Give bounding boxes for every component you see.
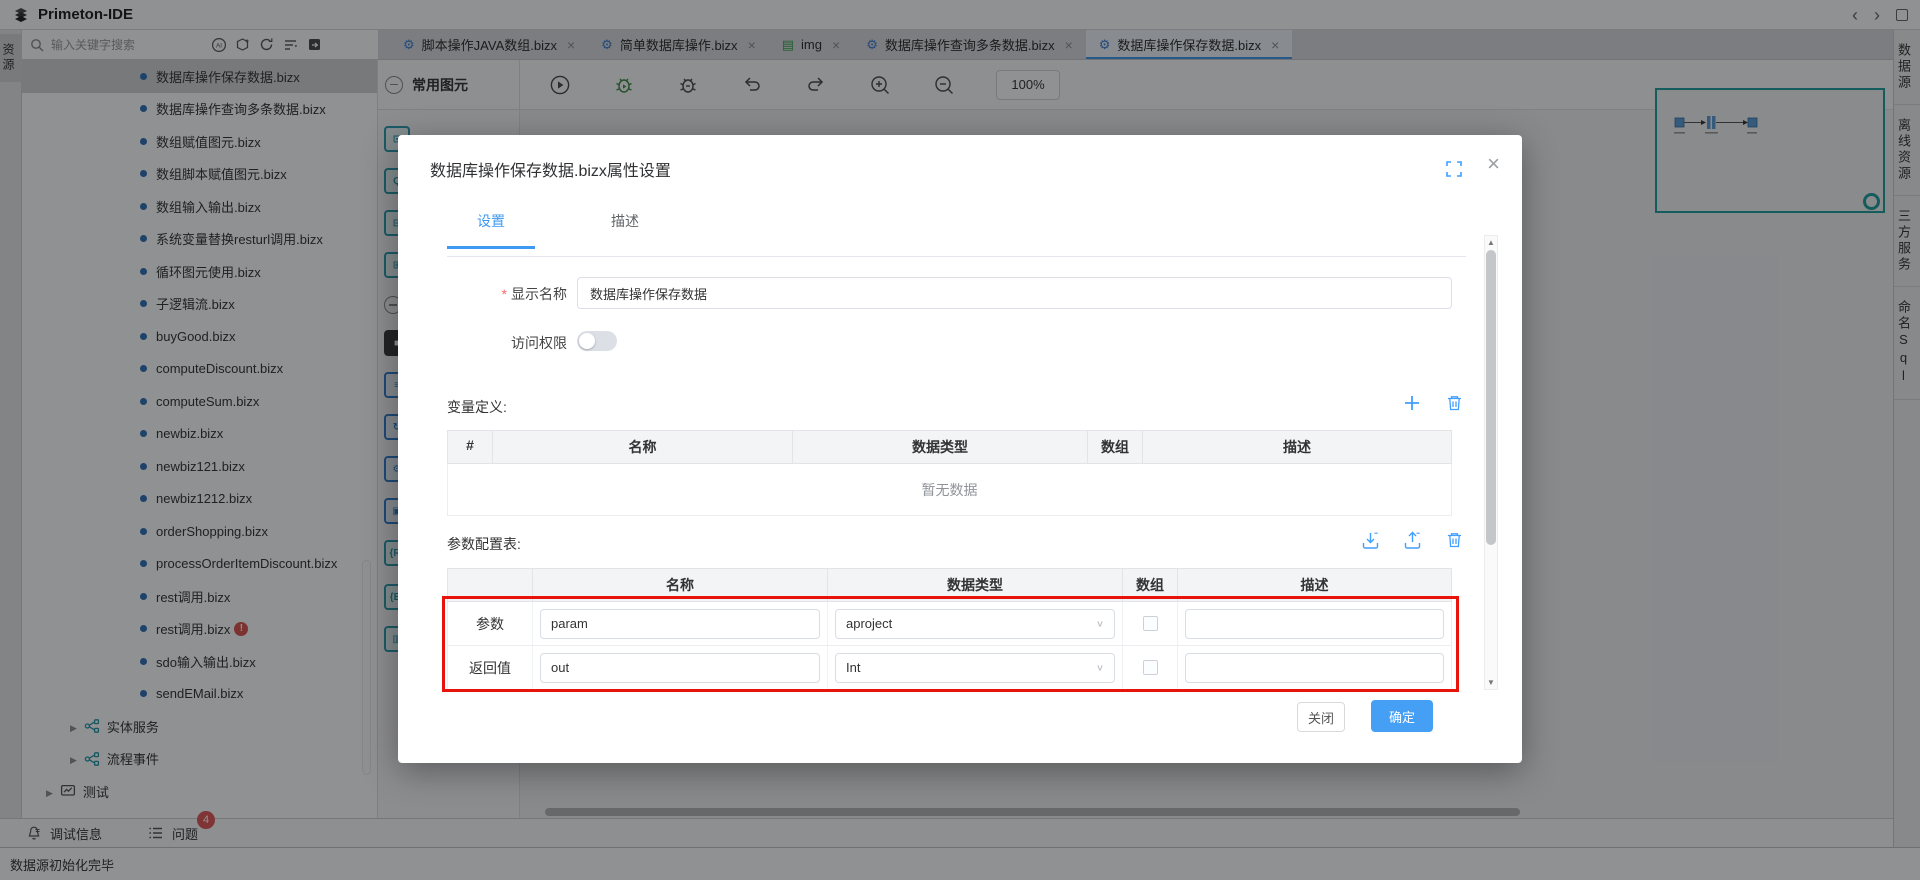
dialog-tab[interactable]: 设置 — [447, 211, 535, 249]
param-row: 参数 aproject ∨ — [447, 602, 1452, 646]
divider — [447, 256, 1466, 257]
param-row-label: 参数 — [448, 602, 533, 645]
table-header-cell: # — [448, 431, 493, 463]
app-window: Primeton-IDE ‹ › 资源 AI — [0, 0, 1920, 880]
variables-section-label: 变量定义: — [447, 397, 507, 417]
chevron-down-icon: ∨ — [1096, 618, 1104, 628]
dialog-tabs: 设置 描述 — [447, 211, 669, 249]
table-header-cell: 描述 — [1178, 569, 1451, 601]
export-params-icon[interactable] — [1402, 530, 1422, 550]
table-header-cell: 数组 — [1088, 431, 1143, 463]
table-header-cell: 数据类型 — [828, 569, 1123, 601]
scroll-up-icon[interactable]: ▲ — [1485, 238, 1497, 247]
table-header-cell — [448, 569, 533, 601]
access-permission-label: 访问权限 — [447, 333, 567, 353]
param-name-input[interactable] — [540, 653, 820, 683]
table-header-cell: 名称 — [533, 569, 828, 601]
confirm-button[interactable]: 确定 — [1371, 700, 1433, 732]
table-header-cell: 数据类型 — [793, 431, 1088, 463]
fullscreen-icon[interactable] — [1446, 161, 1462, 177]
scroll-down-icon[interactable]: ▼ — [1485, 678, 1497, 687]
dialog-title: 数据库操作保存数据.bizx属性设置 — [430, 157, 671, 181]
display-name-input[interactable] — [577, 277, 1452, 309]
param-row-label: 返回值 — [448, 646, 533, 689]
dialog-scrollbar[interactable]: ▲ ▼ — [1484, 235, 1498, 690]
param-desc-input[interactable] — [1185, 653, 1444, 683]
params-section-label: 参数配置表: — [447, 534, 521, 554]
table-header-cell: 名称 — [493, 431, 793, 463]
param-row: 返回值 Int ∨ — [447, 646, 1452, 690]
scrollbar-thumb[interactable] — [1486, 250, 1496, 545]
delete-params-icon[interactable] — [1444, 530, 1464, 550]
access-permission-toggle[interactable] — [577, 331, 617, 351]
param-type-select[interactable]: Int ∨ — [835, 653, 1115, 683]
required-star: * — [502, 286, 507, 302]
params-table: 名称数据类型数组描述 参数 aproject ∨ — [447, 568, 1452, 690]
table-header-cell: 描述 — [1143, 431, 1451, 463]
table-header-cell: 数组 — [1123, 569, 1178, 601]
empty-table-message: 暂无数据 — [447, 464, 1452, 516]
chevron-down-icon: ∨ — [1096, 662, 1104, 672]
variables-table: #名称数据类型数组描述 暂无数据 — [447, 430, 1452, 516]
dialog-tab[interactable]: 描述 — [581, 211, 669, 249]
properties-dialog: 数据库操作保存数据.bizx属性设置 × 设置 描述 *显示名称 访问权限 变量… — [398, 135, 1522, 763]
close-icon[interactable]: × — [1487, 153, 1500, 175]
param-type-select[interactable]: aproject ∨ — [835, 609, 1115, 639]
import-params-icon[interactable] — [1360, 530, 1380, 550]
array-checkbox[interactable] — [1143, 660, 1158, 675]
close-button[interactable]: 关闭 — [1297, 702, 1345, 732]
delete-variable-icon[interactable] — [1444, 393, 1464, 413]
param-desc-input[interactable] — [1185, 609, 1444, 639]
param-name-input[interactable] — [540, 609, 820, 639]
display-name-label: *显示名称 — [447, 284, 567, 304]
add-variable-icon[interactable] — [1402, 393, 1422, 413]
array-checkbox[interactable] — [1143, 616, 1158, 631]
